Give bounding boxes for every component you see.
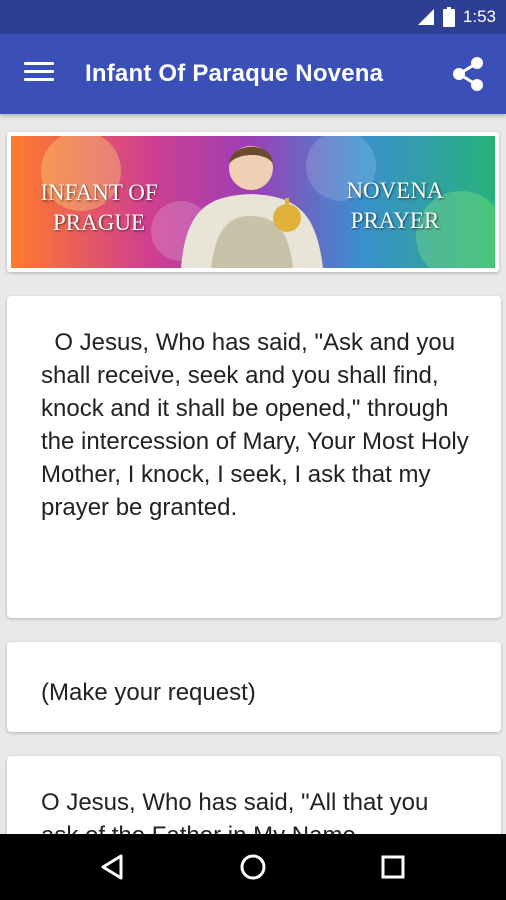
banner-left-line-1: INFANT OF [40,180,158,205]
back-icon[interactable] [78,834,148,900]
navigation-bar [0,834,506,900]
status-icons: 1:53 [417,0,496,34]
prayer-card: O Jesus, Who has said, "Ask and you shal… [7,296,501,618]
signal-icon [417,9,434,25]
request-text: (Make your request) [41,679,256,706]
app-bar: Infant Of Paraque Novena [0,34,506,114]
banner-image: INFANT OF PRAGUE NOVENA PRAYER [7,132,499,272]
banner-right-line-1: NOVENA [346,178,444,203]
prayer-card: O Jesus, Who has said, "All that you ask… [7,756,501,834]
request-card: (Make your request) [7,642,501,732]
status-time: 1:53 [462,7,496,26]
banner-left-line-2: PRAGUE [52,210,145,235]
banner-graphic: INFANT OF PRAGUE NOVENA PRAYER [11,136,495,268]
home-icon[interactable] [218,834,288,900]
recents-icon[interactable] [358,834,428,900]
battery-icon [442,7,455,27]
banner-left-text: INFANT OF PRAGUE [29,178,169,238]
content-scroll[interactable]: INFANT OF PRAGUE NOVENA PRAYER O Jesus, … [0,114,506,834]
banner-right-text: NOVENA PRAYER [330,176,460,236]
status-bar: 1:53 [0,0,506,34]
banner-right-line-2: PRAYER [350,208,440,233]
hamburger-menu-icon[interactable] [24,62,54,86]
prayer-text: O Jesus, Who has said, "All that you ask… [41,789,429,834]
app-title: Infant Of Paraque Novena [85,60,384,87]
share-icon[interactable] [448,54,488,94]
prayer-text: O Jesus, Who has said, "Ask and you shal… [41,329,476,521]
